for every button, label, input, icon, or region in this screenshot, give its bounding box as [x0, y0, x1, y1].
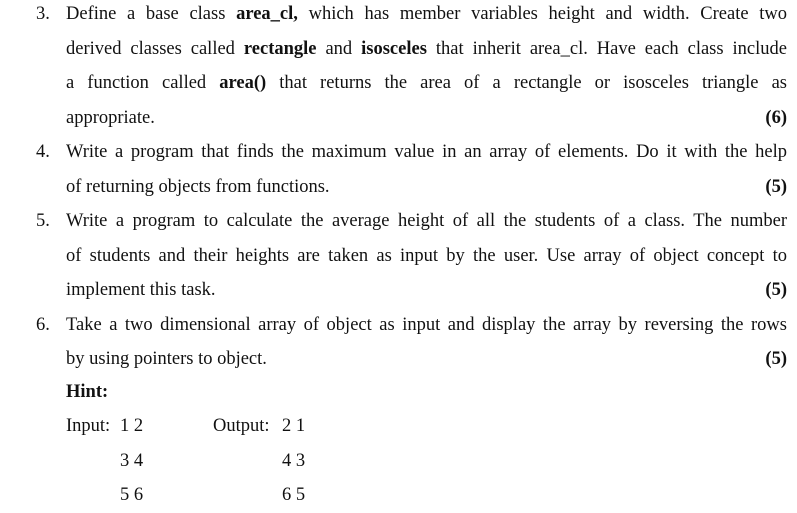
question-line: of students and their heights are taken …: [66, 239, 787, 274]
text-segment: of returning objects from functions.: [66, 176, 330, 197]
input-label: Input:: [66, 416, 111, 436]
marks: (5): [765, 280, 787, 300]
text-segment: implement this task.: [66, 280, 216, 300]
question-5: 5. Write a program to calculate the avera…: [0, 204, 787, 308]
text-segment: by using pointers to object.: [66, 349, 267, 369]
input-row: 1 2: [120, 416, 144, 436]
marks: (5): [765, 349, 787, 369]
output-row: 6 5: [282, 485, 306, 505]
question-6: 6. Take a two dimensional array of object…: [0, 308, 787, 377]
text-segment: appropriate.: [66, 107, 155, 128]
question-line: derived classes called rectangle and iso…: [66, 32, 787, 67]
question-number: 4.: [36, 142, 50, 162]
question-line: (5) of returning objects from functions.: [66, 170, 787, 205]
output-row: 2 1: [282, 416, 306, 436]
question-number: 5.: [36, 211, 50, 231]
question-line: Write a program that finds the maximum v…: [66, 135, 787, 170]
question-4: 4. Write a program that finds the maximum…: [0, 135, 787, 204]
marks: (5): [765, 176, 787, 197]
text-segment: Take a two dimensional array of object a…: [66, 314, 787, 335]
text-segment: that returns the area of a rectangle or …: [266, 73, 787, 93]
question-number: 3.: [36, 4, 50, 24]
bold-term: area(): [219, 73, 267, 93]
output-row: 4 3: [282, 451, 306, 471]
text-segment: Define a base class: [66, 4, 237, 24]
question-line: Take a two dimensional array of object a…: [66, 308, 787, 343]
text-segment: and: [316, 38, 362, 59]
question-number: 6.: [36, 314, 50, 335]
text-segment: Write a program that finds the maximum v…: [66, 142, 787, 162]
question-line: a function called area() that returns th…: [66, 66, 787, 101]
question-line: (5) implement this task.: [66, 273, 787, 308]
question-3: 3. Define a base class area_cl, which has…: [0, 0, 787, 135]
text-segment: that inherit area_cl. Have each class in…: [426, 38, 787, 59]
bold-term: rectangle: [243, 38, 317, 59]
input-row: 3 4: [120, 451, 144, 471]
bold-term: isosceles: [361, 38, 427, 59]
marks: (6): [765, 107, 787, 128]
hint-title: Hint:: [66, 382, 109, 402]
question-line: Define a base class area_cl, which has m…: [66, 0, 787, 32]
bold-term: area_cl,: [236, 4, 298, 24]
text-segment: a function called: [66, 73, 220, 93]
text-segment: Write a program to calculate the average…: [66, 211, 787, 231]
output-label: Output:: [213, 416, 270, 436]
text-segment: which has member variables height and wi…: [297, 4, 787, 24]
text-segment: of students and their heights are taken …: [66, 245, 787, 266]
text-segment: derived classes called: [66, 38, 244, 59]
question-line: (5) by using pointers to object.: [66, 342, 787, 377]
question-line: (6) appropriate.: [66, 101, 787, 136]
question-line: Write a program to calculate the average…: [66, 204, 787, 239]
input-row: 5 6: [120, 485, 144, 505]
